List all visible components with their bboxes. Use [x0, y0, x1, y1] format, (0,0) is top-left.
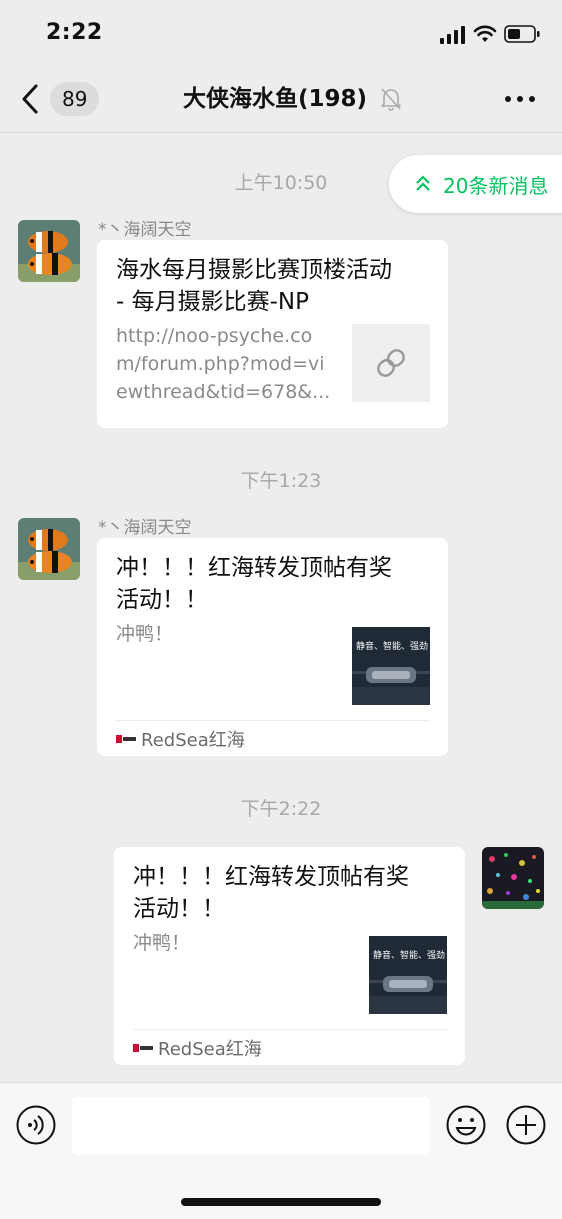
card-title-line: 海水每月摄影比赛顶楼活动 [116, 257, 392, 283]
status-bar: 2:22 [0, 0, 562, 66]
status-time: 2:22 [46, 20, 103, 45]
wifi-icon [473, 25, 497, 42]
chat-input-bar [0, 1082, 562, 1219]
sender-avatar[interactable] [18, 220, 80, 282]
signal-icon [440, 26, 465, 44]
back-icon[interactable] [18, 82, 42, 116]
plus-icon[interactable] [506, 1105, 546, 1145]
card-source-name: RedSea红海 [158, 1039, 262, 1060]
redsea-logo-icon [116, 735, 136, 743]
unread-count-badge[interactable]: 89 [50, 82, 100, 116]
new-messages-button[interactable]: 20条新消息 [389, 155, 562, 213]
mute-bell-icon [381, 88, 401, 111]
clownfish-avatar-image [18, 220, 80, 282]
link-card-message[interactable]: 海水每月摄影比赛顶楼活动 - 每月摄影比赛-NP http://noo-psyc… [97, 240, 448, 428]
more-icon[interactable] [504, 90, 536, 108]
card-source-name: RedSea红海 [141, 730, 245, 751]
card-title-line: 活动！！ [116, 587, 208, 613]
clownfish-avatar-image [18, 518, 80, 580]
double-chevron-up-icon [416, 175, 430, 191]
voice-input-icon[interactable] [16, 1105, 56, 1145]
card-divider [116, 720, 430, 721]
chat-header: 89 大侠海水鱼(198) [0, 66, 562, 133]
card-description: 冲鸭！ [133, 932, 191, 954]
own-avatar-image [482, 847, 544, 909]
own-avatar[interactable] [482, 847, 544, 909]
card-title: 海水每月摄影比赛顶楼活动 - 每月摄影比赛-NP [116, 254, 436, 318]
sender-avatar[interactable] [18, 518, 80, 580]
message-timestamp: 下午2:22 [240, 798, 322, 820]
message-timestamp: 下午1:23 [240, 470, 322, 492]
card-title-line: 活动！！ [133, 896, 225, 922]
card-title-line: 冲！！！红海转发顶帖有奖 [116, 555, 392, 581]
card-title-line: - 每月摄影比赛-NP [116, 289, 309, 315]
thumbnail-caption: 静音、智能、强劲 [356, 642, 429, 652]
card-description: 冲鸭！ [116, 623, 174, 645]
sender-name: *丶海阔天空 [98, 518, 192, 538]
battery-icon [504, 25, 540, 43]
card-title-line: 冲！！！红海转发顶帖有奖 [133, 864, 409, 890]
own-link-card-message[interactable]: 冲！！！红海转发顶帖有奖 活动！！ 冲鸭！ 静音、智能、强劲 RedSea红海 [114, 847, 465, 1065]
card-title: 冲！！！红海转发顶帖有奖 活动！！ [116, 552, 436, 616]
card-thumbnail: 静音、智能、强劲 [352, 627, 430, 705]
chat-title: 大侠海水鱼(198) [183, 86, 368, 112]
card-divider [133, 1029, 447, 1030]
new-messages-label: 20条新消息 [443, 174, 549, 198]
link-thumbnail [352, 324, 430, 402]
link-card-message[interactable]: 冲！！！红海转发顶帖有奖 活动！！ 冲鸭！ 静音、智能、强劲 RedSea红海 [97, 538, 448, 756]
home-indicator[interactable] [181, 1198, 381, 1206]
link-icon [377, 349, 405, 377]
card-thumbnail: 静音、智能、强劲 [369, 936, 447, 1014]
card-description: http://noo-psyche.com/forum.php?mod=view… [116, 325, 331, 403]
emoji-icon[interactable] [446, 1105, 486, 1145]
redsea-logo-icon [133, 1044, 153, 1052]
card-title: 冲！！！红海转发顶帖有奖 活动！！ [133, 861, 453, 925]
thumbnail-caption: 静音、智能、强劲 [373, 951, 446, 961]
message-input[interactable] [72, 1097, 430, 1155]
sender-name: *丶海阔天空 [98, 220, 192, 240]
